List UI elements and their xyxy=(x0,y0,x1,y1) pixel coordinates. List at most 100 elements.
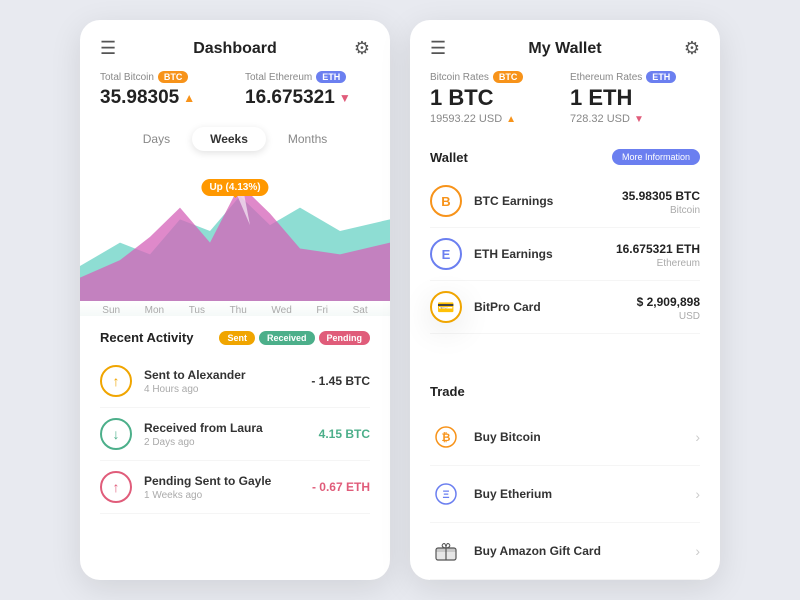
activity-time-1: 4 Hours ago xyxy=(144,384,299,395)
eth-rate-label: Ethereum Rates ETH xyxy=(570,71,700,83)
activity-amount-1: - 1.45 BTC xyxy=(311,372,370,390)
tab-days[interactable]: Days xyxy=(125,127,188,151)
btc-wallet-label: BTC Earnings xyxy=(474,194,610,208)
filter-received[interactable]: Received xyxy=(259,331,315,345)
buy-gift-icon xyxy=(430,535,462,567)
card-w-unit: USD xyxy=(637,311,700,322)
buy-ethereum-label: Buy Etherium xyxy=(474,487,683,501)
chart-tooltip: Up (4.13%) xyxy=(201,179,268,196)
eth-arrow-icon: ▼ xyxy=(339,91,351,105)
eth-w-value: 16.675321 ETH xyxy=(616,242,700,256)
filter-pending[interactable]: Pending xyxy=(319,331,371,345)
trade-header: Trade xyxy=(430,384,700,399)
chevron-right-icon-3: › xyxy=(695,543,700,559)
btc-w-value: 35.98305 BTC xyxy=(622,189,700,203)
wallet-section: Wallet More Information B BTC Earnings 3… xyxy=(410,139,720,374)
svg-text:₿: ₿ xyxy=(442,432,451,444)
wallet-item-btc: B BTC Earnings 35.98305 BTC Bitcoin xyxy=(430,175,700,228)
eth-rate-arrow: ▼ xyxy=(634,114,644,125)
card-wallet-amount: $ 2,909,898 USD xyxy=(637,293,700,322)
right-panel: ☰ My Wallet ⚙ Bitcoin Rates BTC 1 BTC 19… xyxy=(410,20,720,580)
activity-info-1: Sent to Alexander 4 Hours ago xyxy=(144,368,299,395)
buy-bitcoin-label: Buy Bitcoin xyxy=(474,430,683,444)
wallet-item-card: 💳 BitPro Card $ 2,909,898 USD xyxy=(430,281,700,334)
buy-gift-label: Buy Amazon Gift Card xyxy=(474,544,683,558)
eth-wallet-label: ETH Earnings xyxy=(474,247,604,261)
wallet-title: Wallet xyxy=(430,150,468,165)
eth-stat: Total Ethereum ETH 16.675321 ▼ xyxy=(245,71,370,109)
buy-bitcoin-icon: ₿ xyxy=(430,421,462,453)
activity-info-2: Received from Laura 2 Days ago xyxy=(144,421,307,448)
right-settings-icon[interactable]: ⚙ xyxy=(684,38,700,59)
activity-time-2: 2 Days ago xyxy=(144,437,307,448)
right-header: ☰ My Wallet ⚙ xyxy=(410,20,720,71)
eth-w-unit: Ethereum xyxy=(616,258,700,269)
tab-weeks[interactable]: Weeks xyxy=(192,127,266,151)
right-title: My Wallet xyxy=(528,40,601,58)
activity-filters: Sent Received Pending xyxy=(219,331,370,345)
eth-rate-badge: ETH xyxy=(646,71,676,83)
activity-name-2: Received from Laura xyxy=(144,421,307,435)
tab-months[interactable]: Months xyxy=(270,127,345,151)
eth-wallet-icon: E xyxy=(430,238,462,270)
btc-rate-label: Bitcoin Rates BTC xyxy=(430,71,560,83)
btc-rate-badge: BTC xyxy=(493,71,524,83)
btc-wallet-amount: 35.98305 BTC Bitcoin xyxy=(622,187,700,216)
activity-header: Recent Activity Sent Received Pending xyxy=(100,330,370,345)
btc-arrow-icon: ▲ xyxy=(183,91,195,105)
btc-w-unit: Bitcoin xyxy=(622,205,700,216)
chart-area: Up (4.13%) xyxy=(80,161,390,301)
card-wallet-label: BitPro Card xyxy=(474,300,625,314)
amount-3: - 0.67 ETH xyxy=(312,480,370,494)
eth-label: Total Ethereum ETH xyxy=(245,71,370,83)
btc-badge: BTC xyxy=(158,71,189,83)
activity-title: Recent Activity xyxy=(100,330,193,345)
eth-wallet-amount: 16.675321 ETH Ethereum xyxy=(616,240,700,269)
card-wallet-icon: 💳 xyxy=(430,291,462,323)
sent-icon: ↑ xyxy=(100,365,132,397)
more-info-button[interactable]: More Information xyxy=(612,149,700,165)
trade-title: Trade xyxy=(430,384,465,399)
amount-2: 4.15 BTC xyxy=(319,427,370,441)
activity-amount-2: 4.15 BTC xyxy=(319,425,370,443)
activity-time-3: 1 Weeks ago xyxy=(144,490,300,501)
eth-rate-value: 1 ETH xyxy=(570,85,700,111)
left-panel: ☰ Dashboard ⚙ Total Bitcoin BTC 35.98305… xyxy=(80,20,390,580)
trade-item-eth[interactable]: Ξ Buy Etherium › xyxy=(430,466,700,523)
btc-label: Total Bitcoin BTC xyxy=(100,71,225,83)
btc-rate-value: 1 BTC xyxy=(430,85,560,111)
activity-info-3: Pending Sent to Gayle 1 Weeks ago xyxy=(144,474,300,501)
eth-value: 16.675321 ▼ xyxy=(245,87,370,109)
received-icon: ↓ xyxy=(100,418,132,450)
pending-icon: ↑ xyxy=(100,471,132,503)
trade-item-gift[interactable]: Buy Amazon Gift Card › xyxy=(430,523,700,580)
card-w-value: $ 2,909,898 xyxy=(637,295,700,309)
activity-name-3: Pending Sent to Gayle xyxy=(144,474,300,488)
settings-icon[interactable]: ⚙ xyxy=(354,38,370,59)
svg-text:Ξ: Ξ xyxy=(442,489,449,501)
activity-item-1: ↑ Sent to Alexander 4 Hours ago - 1.45 B… xyxy=(100,355,370,408)
eth-rate: Ethereum Rates ETH 1 ETH 728.32 USD ▼ xyxy=(570,71,700,125)
activity-name-1: Sent to Alexander xyxy=(144,368,299,382)
filter-sent[interactable]: Sent xyxy=(219,331,255,345)
left-header: ☰ Dashboard ⚙ xyxy=(80,20,390,71)
menu-icon[interactable]: ☰ xyxy=(100,38,116,59)
time-tabs: Days Weeks Months xyxy=(80,121,390,161)
btc-rate-arrow: ▲ xyxy=(506,114,516,125)
wallet-header: Wallet More Information xyxy=(430,149,700,165)
rates-row: Bitcoin Rates BTC 1 BTC 19593.22 USD ▲ E… xyxy=(410,71,720,139)
trade-section: Trade ₿ Buy Bitcoin › Ξ Buy Etherium › xyxy=(410,374,720,580)
activity-section: Recent Activity Sent Received Pending ↑ … xyxy=(80,316,390,580)
btc-rate: Bitcoin Rates BTC 1 BTC 19593.22 USD ▲ xyxy=(430,71,560,125)
activity-item-2: ↓ Received from Laura 2 Days ago 4.15 BT… xyxy=(100,408,370,461)
trade-item-btc[interactable]: ₿ Buy Bitcoin › xyxy=(430,409,700,466)
amount-1: - 1.45 BTC xyxy=(311,374,370,388)
stats-row: Total Bitcoin BTC 35.98305 ▲ Total Ether… xyxy=(80,71,390,121)
activity-amount-3: - 0.67 ETH xyxy=(312,478,370,496)
activity-item-3: ↑ Pending Sent to Gayle 1 Weeks ago - 0.… xyxy=(100,461,370,514)
btc-rate-usd: 19593.22 USD ▲ xyxy=(430,113,560,125)
btc-value: 35.98305 ▲ xyxy=(100,87,225,109)
btc-stat: Total Bitcoin BTC 35.98305 ▲ xyxy=(100,71,225,109)
right-menu-icon[interactable]: ☰ xyxy=(430,38,446,59)
left-title: Dashboard xyxy=(193,40,277,58)
